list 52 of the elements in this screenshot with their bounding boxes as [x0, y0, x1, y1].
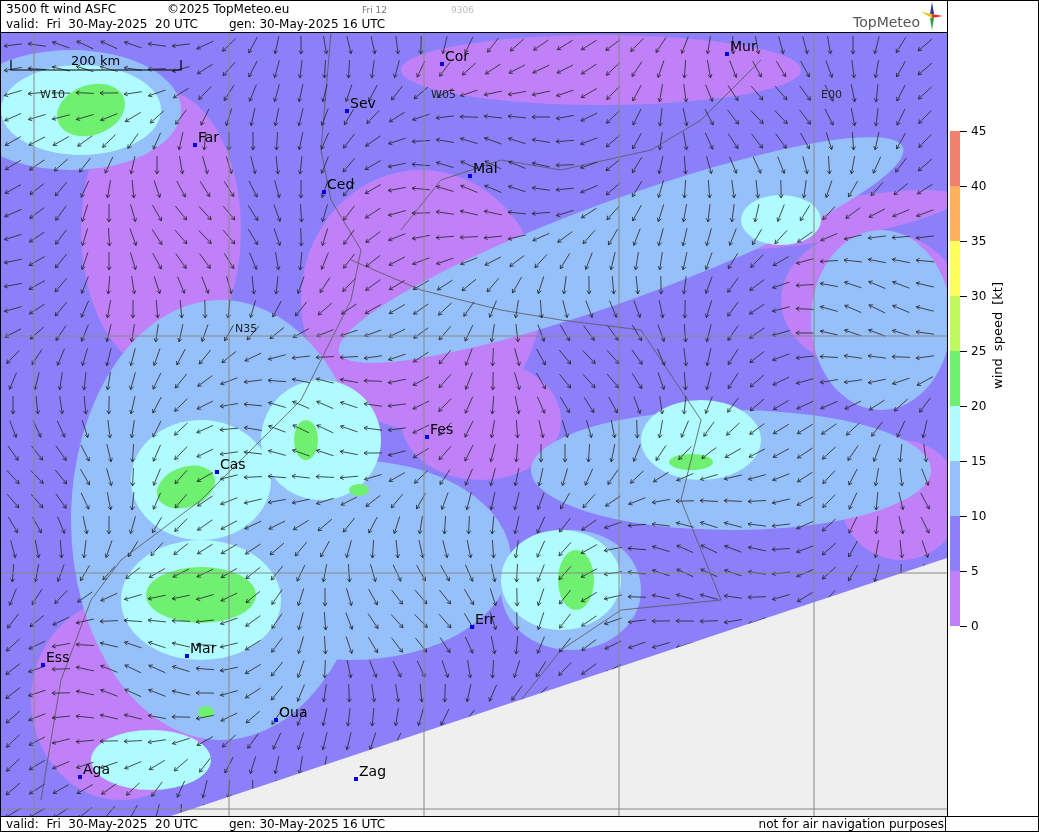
city-label: Zag [359, 763, 387, 779]
city-label: Far [198, 129, 220, 145]
city-marker-icon [440, 62, 444, 66]
city-label: Oua [279, 704, 308, 720]
city-label: Ess [46, 649, 70, 665]
city-label: Mar [190, 640, 217, 656]
city-marker-icon [322, 190, 326, 194]
logo-text: TopMeteo [853, 14, 920, 30]
copyright-text: ©2025 TopMeteo.eu [167, 2, 291, 16]
city-marker-icon [215, 470, 219, 474]
scale-tick-label: 20 [971, 400, 987, 412]
city-marker-icon [274, 718, 278, 722]
city-marker-icon [41, 663, 45, 667]
frame-label: Fri 12 [362, 5, 389, 15]
legend-title: wind speed [kt] [990, 281, 1005, 389]
city-marker-icon [470, 625, 474, 629]
city-label: Mur [730, 38, 757, 54]
scale-tick-label: 40 [971, 180, 987, 192]
city-marker-icon [425, 435, 429, 439]
scale-tick-label: 0 [971, 620, 979, 632]
city-label: Cor [445, 48, 470, 64]
valid-time: valid: Fri 30-May-2025 20 UTC [6, 817, 199, 831]
generated-time: gen: 30-May-2025 16 UTC [229, 817, 386, 831]
scale-tick-label: 25 [971, 345, 987, 357]
city-marker-icon [725, 52, 729, 56]
valid-time: valid: Fri 30-May-2025 20 UTC [6, 17, 199, 31]
city-label: Err [475, 611, 496, 627]
scale-tick-label: 15 [971, 455, 987, 467]
scale-tick-label: 30 [971, 290, 987, 302]
city-label: Mal [473, 160, 498, 176]
city-marker-icon [354, 777, 358, 781]
scale-label: 200 km [71, 53, 121, 68]
scale-tick-label: 5 [971, 565, 979, 577]
city-marker-icon [193, 143, 197, 147]
scale-tick-label: 10 [971, 510, 987, 522]
star-logo-icon [921, 2, 943, 30]
city-label: Aga [83, 761, 111, 777]
city-label: Cas [220, 456, 246, 472]
city-marker-icon [468, 174, 472, 178]
city-marker-icon [185, 654, 189, 658]
disclaimer-text: not for air navigation purposes [758, 817, 946, 831]
frame-code: 9306 [451, 5, 474, 15]
generated-time: gen: 30-May-2025 16 UTC [229, 17, 386, 31]
city-marker-icon [345, 109, 349, 113]
grid-label: W10 [40, 88, 65, 101]
grid-label: N35 [235, 322, 258, 335]
city-label: Ced [327, 176, 355, 192]
city-marker-icon [78, 775, 82, 779]
scale-tick-label: 45 [971, 125, 987, 137]
city-label: Sev [350, 95, 376, 111]
scale-tick-label: 35 [971, 235, 987, 247]
product-title: 3500 ft wind ASFC [6, 2, 118, 16]
